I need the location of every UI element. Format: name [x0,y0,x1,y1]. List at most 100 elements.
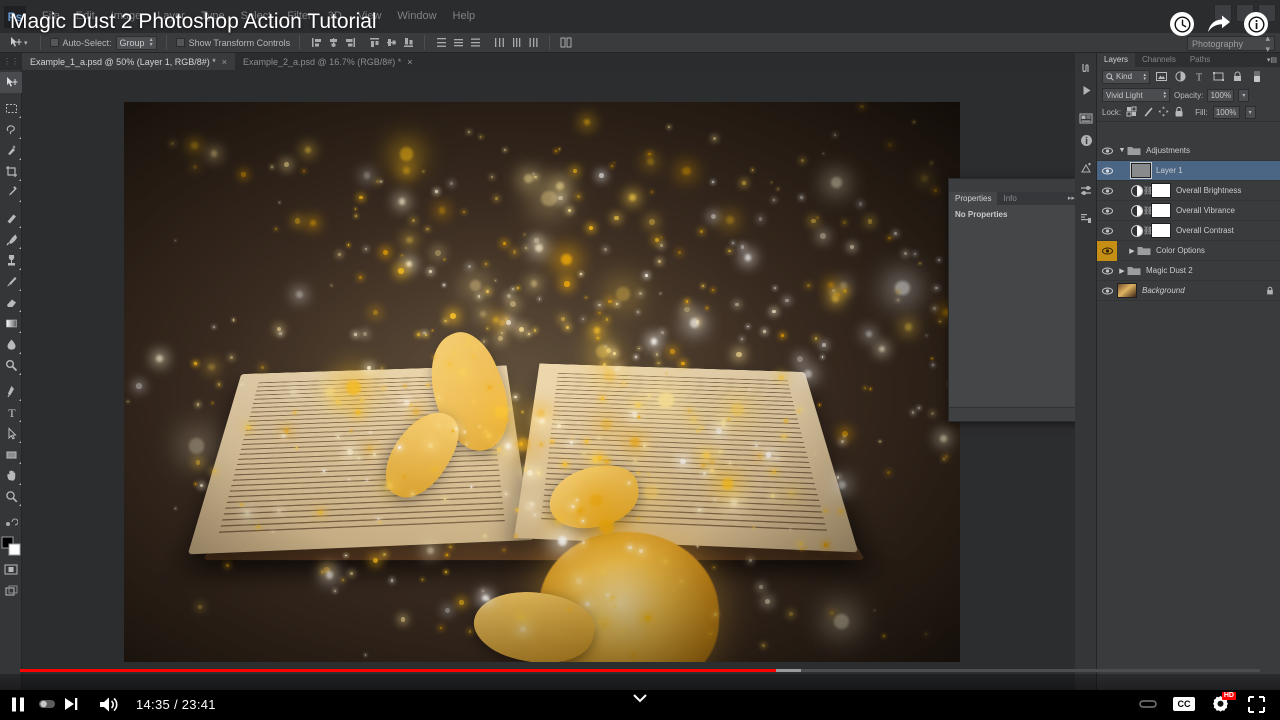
layer-thumbnail-background[interactable] [1117,283,1137,298]
progress-bar[interactable] [20,669,1260,672]
align-horizontal-centers-icon[interactable] [326,36,340,50]
brush-tool-icon-button[interactable] [0,229,22,250]
close-icon-tab-1[interactable]: × [222,57,227,67]
foreground-background-color-swatch[interactable] [0,533,22,559]
history-brush-icon-button[interactable] [0,271,22,292]
visibility-toggle-color-options[interactable] [1097,241,1117,261]
adjustment-thumbnail-overall-vibrance[interactable] [1131,205,1143,217]
document-tab-example-2[interactable]: Example_2_a.psd @ 16.7% (RGB/8#) * × [235,53,420,70]
hand-tool-icon-button[interactable] [0,465,22,486]
layer-thumbnail-layer-1[interactable] [1131,163,1151,178]
watch-later-button[interactable] [1170,12,1194,36]
filter-type-layers-icon[interactable]: T [1192,70,1207,84]
auto-align-icon[interactable] [559,36,573,50]
visibility-toggle-overall-contrast[interactable] [1097,221,1117,241]
panel-menu-icon-layers[interactable]: ▾▤ [1267,56,1277,64]
distribute-top-edges-icon[interactable] [434,36,448,50]
expand-triangle-color-options[interactable]: ▶ [1127,247,1137,255]
crop-tool-icon-button[interactable] [0,161,22,182]
lock-position-icon[interactable] [1158,104,1169,122]
show-transform-checkbox[interactable] [176,38,185,47]
fill-value[interactable]: 100% [1213,106,1240,119]
lock-all-icon[interactable] [1174,104,1184,122]
layer-filter-kind-dropdown[interactable]: Kind ▴▾ [1102,70,1150,84]
tab-paths[interactable]: Paths [1183,53,1217,67]
distribute-vertical-centers-icon[interactable] [451,36,465,50]
blend-mode-dropdown[interactable]: Vivid Light ▴▾ [1102,88,1170,102]
tab-channels[interactable]: Channels [1135,53,1183,67]
spot-healing-brush-icon-button[interactable] [0,208,22,229]
screen-mode-icon-button[interactable] [0,580,22,601]
layer-row-adjustments-group[interactable]: ▼ Adjustments [1097,141,1280,161]
styles-panel-icon[interactable] [1075,207,1097,229]
layer-row-layer-1[interactable]: Layer 1 [1097,161,1280,181]
autoplay-loop-icon[interactable] [1130,688,1166,720]
properties-panel[interactable]: Properties Info ▸▸ ▾▤ No Properties [948,178,1092,422]
history-panel-icon[interactable] [1075,57,1097,79]
layer-mask-overall-brightness[interactable] [1151,183,1171,198]
layers-panel[interactable]: Layers Channels Paths ▾▤ Kind ▴▾ T [1097,53,1280,690]
distribute-bottom-edges-icon[interactable] [468,36,482,50]
collapse-icon[interactable]: ▸▸ [1068,194,1075,202]
pause-button[interactable] [0,688,36,720]
link-mask-icon-overall-vibrance[interactable]: ⛓ [1143,206,1151,215]
visibility-toggle-layer-1[interactable] [1097,161,1117,181]
tab-properties[interactable]: Properties [949,192,997,205]
lasso-tool-icon-button[interactable] [0,119,22,140]
link-mask-icon-overall-brightness[interactable]: ⛓ [1143,186,1151,195]
autoplay-toggle[interactable] [36,688,58,720]
distribute-left-edges-icon[interactable] [492,36,506,50]
properties-panel-titlebar[interactable] [949,179,1091,192]
mini-bridge-icon[interactable] [1075,107,1097,129]
auto-select-scope-dropdown[interactable]: Group ▴▾ [116,36,157,50]
filter-shape-layers-icon[interactable] [1211,70,1226,84]
align-top-edges-icon[interactable] [367,36,381,50]
adjustment-thumbnail-overall-brightness[interactable] [1131,185,1143,197]
close-icon-tab-2[interactable]: × [407,57,412,67]
settings-button[interactable]: HD [1202,688,1238,720]
lock-transparent-pixels-icon[interactable] [1126,104,1137,122]
layer-row-color-options[interactable]: ▶ Color Options [1097,241,1280,261]
align-vertical-centers-icon[interactable] [384,36,398,50]
filter-adjustment-layers-icon[interactable] [1173,70,1188,84]
edit-toolbar-icon-button[interactable] [0,512,22,533]
layer-row-background[interactable]: Background [1097,281,1280,301]
align-left-edges-icon[interactable] [309,36,323,50]
document-image-magic-dust[interactable] [124,102,960,662]
rectangular-marquee-icon-button[interactable] [0,98,22,119]
menu-help[interactable]: Help [445,0,484,33]
next-video-button[interactable] [58,688,84,720]
lock-image-pixels-icon[interactable] [1142,104,1153,122]
auto-select-checkbox[interactable] [50,38,59,47]
actions-panel-icon[interactable] [1075,79,1097,101]
tab-info[interactable]: Info [997,192,1022,205]
layer-row-magic-dust-2[interactable]: ▶ Magic Dust 2 [1097,261,1280,281]
filter-smart-objects-icon[interactable] [1230,70,1245,84]
eraser-tool-icon-button[interactable] [0,292,22,313]
blur-tool-icon-button[interactable] [0,334,22,355]
path-selection-icon-button[interactable] [0,423,22,444]
layers-list[interactable]: ▼ Adjustments Layer 1 ⛓ Overall Br [1097,141,1280,690]
menu-window[interactable]: Window [389,0,444,33]
fullscreen-button[interactable] [1238,688,1274,720]
share-button[interactable] [1206,12,1232,36]
move-tool-icon-button[interactable] [0,72,22,93]
fill-stepper-icon[interactable]: ▾ [1245,106,1256,119]
type-tool-icon-button[interactable]: T [0,402,22,423]
opacity-stepper-icon[interactable]: ▾ [1238,89,1249,102]
dodge-tool-icon-button[interactable] [0,355,22,376]
align-right-edges-icon[interactable] [343,36,357,50]
layer-mask-overall-contrast[interactable] [1151,223,1171,238]
layer-row-overall-vibrance[interactable]: ⛓ Overall Vibrance [1097,201,1280,221]
expand-triangle-magic-dust-2[interactable]: ▶ [1117,267,1127,275]
align-bottom-edges-icon[interactable] [401,36,415,50]
workspace-selector[interactable]: Photography ▴▾ [1187,36,1275,51]
layer-row-overall-contrast[interactable]: ⛓ Overall Contrast [1097,221,1280,241]
zoom-tool-icon-button[interactable] [0,486,22,507]
adjustments-panel-icon[interactable] [1075,157,1097,179]
volume-button[interactable] [92,688,128,720]
clone-stamp-icon-button[interactable] [0,250,22,271]
subtitles-button[interactable]: CC [1166,688,1202,720]
tab-layers[interactable]: Layers [1097,53,1135,67]
quick-selection-icon-button[interactable] [0,140,22,161]
